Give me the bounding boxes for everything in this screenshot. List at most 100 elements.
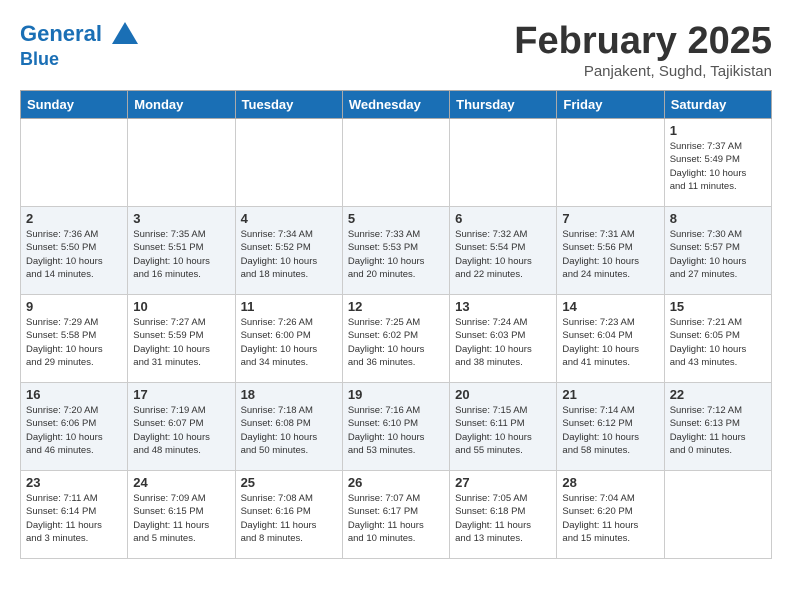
calendar-cell: 6 Sunrise: 7:32 AM Sunset: 5:54 PM Daylig… [450,207,557,295]
day-number: 2 [26,211,122,226]
day-info: Sunrise: 7:35 AM Sunset: 5:51 PM Dayligh… [133,228,229,281]
weekday-saturday: Saturday [664,91,771,119]
day-info: Sunrise: 7:12 AM Sunset: 6:13 PM Dayligh… [670,404,766,457]
calendar-cell: 9 Sunrise: 7:29 AM Sunset: 5:58 PM Daylig… [21,295,128,383]
day-info: Sunrise: 7:15 AM Sunset: 6:11 PM Dayligh… [455,404,551,457]
day-number: 3 [133,211,229,226]
title-section: February 2025 Panjakent, Sughd, Tajikist… [514,20,772,80]
calendar-cell: 1 Sunrise: 7:37 AM Sunset: 5:49 PM Daylig… [664,119,771,207]
calendar-title: February 2025 [514,20,772,63]
day-number: 25 [241,475,337,490]
day-number: 23 [26,475,122,490]
calendar-cell: 8 Sunrise: 7:30 AM Sunset: 5:57 PM Daylig… [664,207,771,295]
day-info: Sunrise: 7:37 AM Sunset: 5:49 PM Dayligh… [670,140,766,193]
day-info: Sunrise: 7:08 AM Sunset: 6:16 PM Dayligh… [241,492,337,545]
day-number: 22 [670,387,766,402]
day-info: Sunrise: 7:30 AM Sunset: 5:57 PM Dayligh… [670,228,766,281]
calendar-week-5: 23 Sunrise: 7:11 AM Sunset: 6:14 PM Dayli… [21,471,772,559]
calendar-cell [450,119,557,207]
day-number: 18 [241,387,337,402]
calendar-cell: 13Sunrise: 7:24 AM Sunset: 6:03 PM Dayli… [450,295,557,383]
day-info: Sunrise: 7:04 AM Sunset: 6:20 PM Dayligh… [562,492,658,545]
calendar-cell: 17 Sunrise: 7:19 AM Sunset: 6:07 PM Dayli… [128,383,235,471]
weekday-header-row: SundayMondayTuesdayWednesdayThursdayFrid… [21,91,772,119]
weekday-thursday: Thursday [450,91,557,119]
logo: General Blue [20,20,140,70]
day-number: 7 [562,211,658,226]
day-number: 11 [241,299,337,314]
calendar-cell [128,119,235,207]
calendar-cell: 12Sunrise: 7:25 AM Sunset: 6:02 PM Dayli… [342,295,449,383]
day-info: Sunrise: 7:24 AM Sunset: 6:03 PM Dayligh… [455,316,551,369]
calendar-cell: 24 Sunrise: 7:09 AM Sunset: 6:15 PM Dayli… [128,471,235,559]
calendar-cell: 2 Sunrise: 7:36 AM Sunset: 5:50 PM Daylig… [21,207,128,295]
day-info: Sunrise: 7:14 AM Sunset: 6:12 PM Dayligh… [562,404,658,457]
logo-text: General [20,20,140,50]
calendar-cell: 5Sunrise: 7:33 AM Sunset: 5:53 PM Daylig… [342,207,449,295]
day-number: 1 [670,123,766,138]
day-number: 24 [133,475,229,490]
day-info: Sunrise: 7:19 AM Sunset: 6:07 PM Dayligh… [133,404,229,457]
day-info: Sunrise: 7:23 AM Sunset: 6:04 PM Dayligh… [562,316,658,369]
day-number: 15 [670,299,766,314]
calendar-cell: 20 Sunrise: 7:15 AM Sunset: 6:11 PM Dayli… [450,383,557,471]
calendar-cell: 4Sunrise: 7:34 AM Sunset: 5:52 PM Daylig… [235,207,342,295]
day-info: Sunrise: 7:07 AM Sunset: 6:17 PM Dayligh… [348,492,444,545]
logo-subtext: Blue [20,50,140,70]
day-info: Sunrise: 7:11 AM Sunset: 6:14 PM Dayligh… [26,492,122,545]
calendar-week-1: 1 Sunrise: 7:37 AM Sunset: 5:49 PM Daylig… [21,119,772,207]
calendar-cell [21,119,128,207]
calendar-body: 1 Sunrise: 7:37 AM Sunset: 5:49 PM Daylig… [21,119,772,559]
day-number: 12 [348,299,444,314]
calendar-cell: 14 Sunrise: 7:23 AM Sunset: 6:04 PM Dayli… [557,295,664,383]
calendar-cell [235,119,342,207]
day-number: 17 [133,387,229,402]
calendar-cell [557,119,664,207]
day-number: 21 [562,387,658,402]
calendar-week-3: 9 Sunrise: 7:29 AM Sunset: 5:58 PM Daylig… [21,295,772,383]
calendar-cell: 25 Sunrise: 7:08 AM Sunset: 6:16 PM Dayli… [235,471,342,559]
calendar-cell: 26 Sunrise: 7:07 AM Sunset: 6:17 PM Dayli… [342,471,449,559]
calendar-cell: 18 Sunrise: 7:18 AM Sunset: 6:08 PM Dayli… [235,383,342,471]
day-number: 19 [348,387,444,402]
weekday-wednesday: Wednesday [342,91,449,119]
day-info: Sunrise: 7:05 AM Sunset: 6:18 PM Dayligh… [455,492,551,545]
day-number: 14 [562,299,658,314]
calendar-cell: 3 Sunrise: 7:35 AM Sunset: 5:51 PM Daylig… [128,207,235,295]
day-number: 10 [133,299,229,314]
calendar-cell: 23 Sunrise: 7:11 AM Sunset: 6:14 PM Dayli… [21,471,128,559]
day-number: 6 [455,211,551,226]
calendar-cell: 15Sunrise: 7:21 AM Sunset: 6:05 PM Dayli… [664,295,771,383]
day-info: Sunrise: 7:34 AM Sunset: 5:52 PM Dayligh… [241,228,337,281]
day-number: 28 [562,475,658,490]
calendar-header: SundayMondayTuesdayWednesdayThursdayFrid… [21,91,772,119]
weekday-monday: Monday [128,91,235,119]
calendar-week-4: 16 Sunrise: 7:20 AM Sunset: 6:06 PM Dayli… [21,383,772,471]
weekday-sunday: Sunday [21,91,128,119]
day-info: Sunrise: 7:36 AM Sunset: 5:50 PM Dayligh… [26,228,122,281]
calendar-cell: 11Sunrise: 7:26 AM Sunset: 6:00 PM Dayli… [235,295,342,383]
calendar-cell: 16 Sunrise: 7:20 AM Sunset: 6:06 PM Dayli… [21,383,128,471]
day-info: Sunrise: 7:31 AM Sunset: 5:56 PM Dayligh… [562,228,658,281]
calendar-cell: 22 Sunrise: 7:12 AM Sunset: 6:13 PM Dayli… [664,383,771,471]
calendar-cell: 10Sunrise: 7:27 AM Sunset: 5:59 PM Dayli… [128,295,235,383]
page-header: General Blue February 2025 Panjakent, Su… [20,20,772,80]
weekday-tuesday: Tuesday [235,91,342,119]
calendar-cell: 28 Sunrise: 7:04 AM Sunset: 6:20 PM Dayli… [557,471,664,559]
day-number: 20 [455,387,551,402]
day-number: 8 [670,211,766,226]
calendar-week-2: 2 Sunrise: 7:36 AM Sunset: 5:50 PM Daylig… [21,207,772,295]
day-info: Sunrise: 7:09 AM Sunset: 6:15 PM Dayligh… [133,492,229,545]
calendar-subtitle: Panjakent, Sughd, Tajikistan [514,63,772,80]
day-info: Sunrise: 7:20 AM Sunset: 6:06 PM Dayligh… [26,404,122,457]
day-info: Sunrise: 7:32 AM Sunset: 5:54 PM Dayligh… [455,228,551,281]
day-number: 16 [26,387,122,402]
day-info: Sunrise: 7:16 AM Sunset: 6:10 PM Dayligh… [348,404,444,457]
day-number: 26 [348,475,444,490]
day-number: 9 [26,299,122,314]
day-info: Sunrise: 7:29 AM Sunset: 5:58 PM Dayligh… [26,316,122,369]
day-info: Sunrise: 7:18 AM Sunset: 6:08 PM Dayligh… [241,404,337,457]
calendar-cell: 7 Sunrise: 7:31 AM Sunset: 5:56 PM Daylig… [557,207,664,295]
calendar-cell [664,471,771,559]
calendar-cell: 21 Sunrise: 7:14 AM Sunset: 6:12 PM Dayli… [557,383,664,471]
